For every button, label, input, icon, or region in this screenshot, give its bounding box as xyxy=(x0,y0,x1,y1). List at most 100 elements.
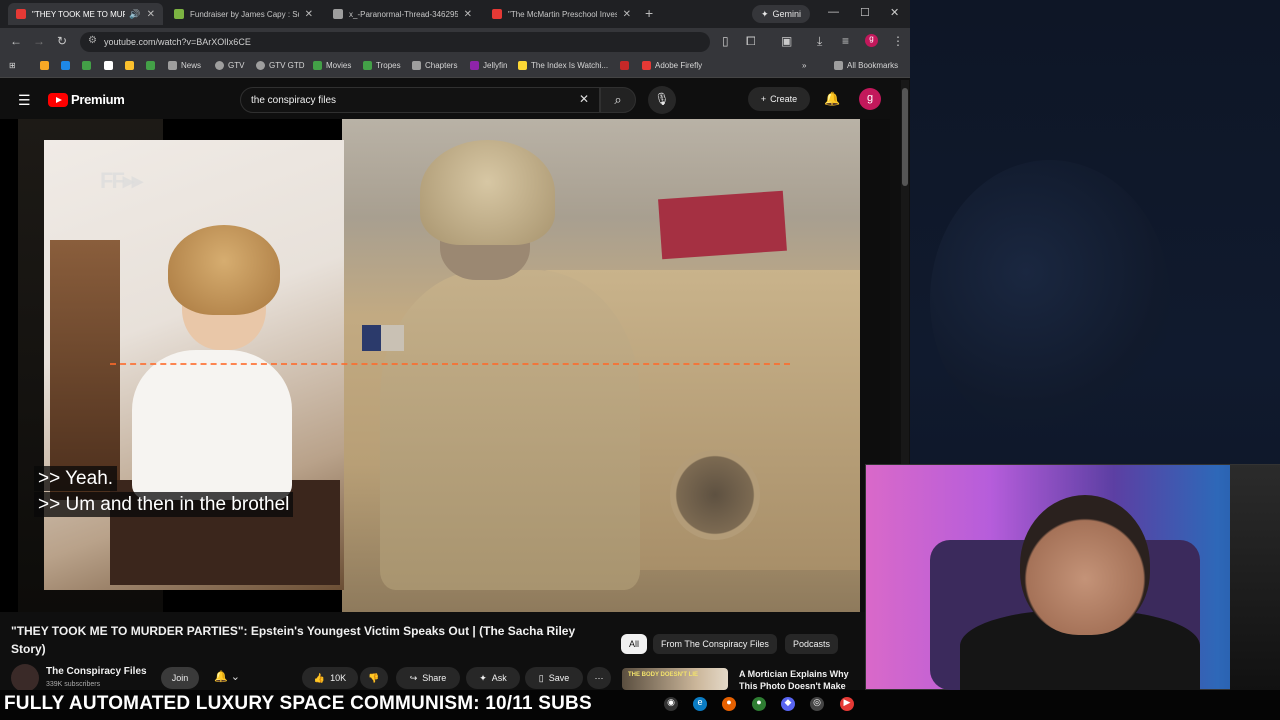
save-button[interactable]: ▯ Save xyxy=(525,667,583,689)
folder-icon xyxy=(834,61,843,70)
trash-icon[interactable]: ▯ xyxy=(722,34,729,48)
dislike-button[interactable]: 👎 xyxy=(360,667,388,689)
chip-all[interactable]: All xyxy=(621,634,648,654)
close-icon[interactable]: ✕ xyxy=(147,9,155,20)
bookmark-15[interactable] xyxy=(620,61,629,70)
gemini-button[interactable]: ✦ Gemini xyxy=(752,5,811,23)
extensions-icon[interactable]: ⧠ xyxy=(746,34,756,49)
tab-strip: "THEY TOOK ME TO MURDE 🔊 ✕ Fundraiser by… xyxy=(0,0,910,28)
youtube-icon xyxy=(492,9,502,19)
recommended-title[interactable]: A Mortician Explains Why This Photo Does… xyxy=(739,668,869,690)
bookmark-jellyfin[interactable]: Jellyfin xyxy=(470,61,507,70)
bookmark-news[interactable]: News xyxy=(168,61,201,70)
bookmark-6[interactable] xyxy=(146,61,155,70)
bookmark-index[interactable]: The Index Is Watchi... xyxy=(518,61,608,70)
ask-button[interactable]: ✦ Ask xyxy=(466,667,520,689)
close-icon[interactable]: ✕ xyxy=(464,9,472,20)
hamburger-menu-icon[interactable]: ☰ xyxy=(18,92,31,109)
bookmark-4[interactable] xyxy=(104,61,113,70)
profile-icon[interactable]: g xyxy=(865,34,878,47)
folder-icon xyxy=(412,61,421,70)
forward-icon[interactable]: → xyxy=(33,34,45,48)
video-photo-background xyxy=(50,240,120,500)
close-window-icon[interactable]: ✕ xyxy=(890,6,899,19)
tab-title: "The McMartin Preschool Inves xyxy=(508,9,617,19)
reload-icon[interactable]: ↻ xyxy=(57,34,67,48)
new-tab-icon[interactable]: + xyxy=(645,5,653,21)
site-info-icon[interactable]: ⚙ xyxy=(88,35,97,46)
subscriber-count: 339K subscribers xyxy=(46,681,101,688)
speaker-icon[interactable]: 🔊 xyxy=(129,9,140,20)
github-icon xyxy=(215,61,224,70)
url-text: youtube.com/watch?v=BArXOlIx6CE xyxy=(104,37,251,47)
maximize-icon[interactable]: ☐ xyxy=(860,6,870,19)
mic-icon: 🎙 xyxy=(654,92,670,106)
search-input[interactable]: the conspiracy files xyxy=(240,87,600,113)
notifications-bell-icon[interactable]: 🔔 xyxy=(824,91,840,107)
wallpaper-shape xyxy=(930,160,1170,440)
channel-avatar[interactable] xyxy=(11,664,39,690)
search-button[interactable]: ⌕ xyxy=(600,87,636,113)
close-icon[interactable]: ✕ xyxy=(305,9,313,20)
share-button[interactable]: ↪ Share xyxy=(396,667,460,689)
chip-podcasts[interactable]: Podcasts xyxy=(785,634,839,654)
bookmark-1[interactable] xyxy=(40,61,49,70)
media-icon[interactable]: ≡ xyxy=(842,34,849,48)
sparkle-icon: ✦ xyxy=(479,672,487,683)
edge-icon[interactable]: e xyxy=(693,697,707,711)
screen: "THEY TOOK ME TO MURDE 🔊 ✕ Fundraiser by… xyxy=(0,0,1280,720)
caption-line-2: >> Um and then in the brothel xyxy=(34,492,294,517)
bookmark-2[interactable] xyxy=(61,61,70,70)
minimize-icon[interactable]: — xyxy=(828,6,839,18)
more-dots-icon: ⋯ xyxy=(594,672,604,683)
thumbs-down-icon: 👎 xyxy=(368,672,380,683)
premium-label: Premium xyxy=(71,92,125,107)
create-button[interactable]: + Create xyxy=(748,87,810,111)
bookmark-chapters[interactable]: Chapters xyxy=(412,61,457,70)
youtube-tray-icon[interactable]: ▶ xyxy=(840,697,854,711)
folder-icon xyxy=(168,61,177,70)
chip-from-channel[interactable]: From The Conspiracy Files xyxy=(653,634,777,654)
apps-icon[interactable]: ⊞ xyxy=(9,61,16,70)
join-button[interactable]: Join xyxy=(161,667,199,689)
chrome-icon[interactable]: ● xyxy=(752,697,766,711)
close-icon[interactable]: ✕ xyxy=(623,9,631,20)
bookmark-tropes[interactable]: Tropes xyxy=(363,61,401,70)
channel-name[interactable]: The Conspiracy Files xyxy=(46,666,147,677)
bookmark-movies[interactable]: Movies xyxy=(313,61,351,70)
scrollbar-thumb[interactable] xyxy=(902,88,908,186)
address-bar[interactable]: ⚙ youtube.com/watch?v=BArXOlIx6CE xyxy=(80,32,710,52)
tab-title: "THEY TOOK ME TO MURDE xyxy=(32,9,125,19)
youtube-play-icon xyxy=(48,92,68,107)
bookmark-gtv-gtd[interactable]: GTV GTD xyxy=(256,61,305,70)
chevron-down-icon: ⌄ xyxy=(230,671,240,683)
sidepanel-icon[interactable]: ▣ xyxy=(781,34,792,48)
youtube-logo[interactable]: Premium xyxy=(48,92,125,107)
bookmark-5[interactable] xyxy=(125,61,134,70)
clear-search-icon[interactable]: ✕ xyxy=(579,92,589,106)
more-actions-button[interactable]: ⋯ xyxy=(587,667,611,689)
obs-icon[interactable]: ◎ xyxy=(810,697,824,711)
all-bookmarks[interactable]: All Bookmarks xyxy=(834,61,898,70)
discord-icon[interactable]: ◆ xyxy=(781,697,795,711)
tab-1[interactable]: "THEY TOOK ME TO MURDE 🔊 ✕ xyxy=(8,3,163,25)
tab-3[interactable]: x_-Paranormal-Thread-3462956 ✕ xyxy=(325,3,480,25)
firefox-icon[interactable]: ● xyxy=(722,697,736,711)
bookmark-adobe-firefly[interactable]: Adobe Firefly xyxy=(642,61,702,70)
back-icon[interactable]: ← xyxy=(10,34,22,48)
tab-2[interactable]: Fundraiser by James Capy : Sup ✕ xyxy=(166,3,321,25)
bell-icon: 🔔 xyxy=(214,671,228,683)
like-button[interactable]: 👍 10K xyxy=(302,667,358,689)
tab-title: x_-Paranormal-Thread-3462956 xyxy=(349,9,458,19)
tab-4[interactable]: "The McMartin Preschool Inves ✕ xyxy=(484,3,639,25)
stream-ticker-text: FULLY AUTOMATED LUXURY SPACE COMMUNISM: … xyxy=(4,693,592,714)
menu-dots-icon[interactable]: ⋮ xyxy=(892,34,904,48)
voice-search-button[interactable]: 🎙 xyxy=(648,86,676,114)
download-icon[interactable]: ⤓ xyxy=(817,34,822,49)
tray-icon-1[interactable]: ◉ xyxy=(664,697,678,711)
more-bookmarks-icon[interactable]: » xyxy=(802,61,806,70)
bookmark-gtv[interactable]: GTV xyxy=(215,61,244,70)
subscribe-bell-button[interactable]: 🔔 ⌄ xyxy=(208,667,254,689)
bookmark-3[interactable] xyxy=(82,61,91,70)
account-avatar[interactable]: g xyxy=(859,88,881,110)
